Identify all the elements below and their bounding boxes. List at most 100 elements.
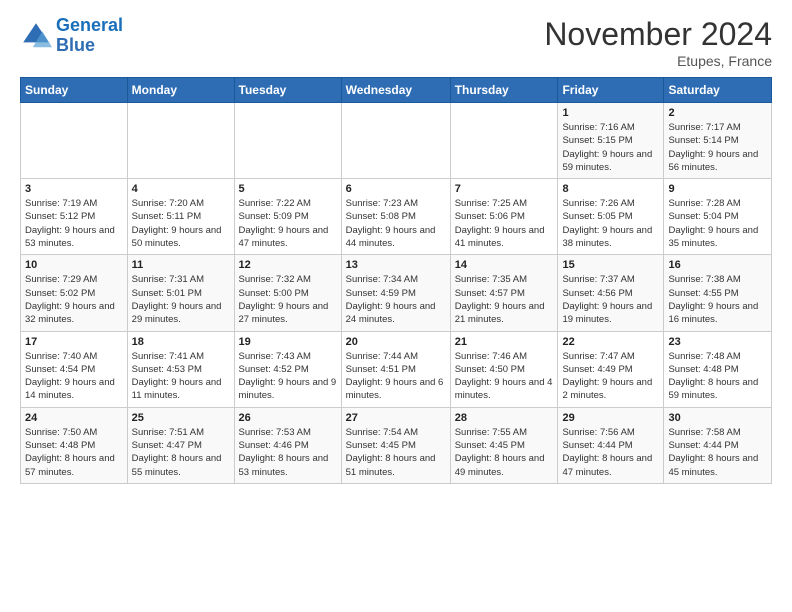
day-info: Sunrise: 7:46 AM Sunset: 4:50 PM Dayligh… [455,350,554,403]
day-number: 18 [132,336,230,348]
day-number: 2 [668,107,767,119]
day-info: Sunrise: 7:50 AM Sunset: 4:48 PM Dayligh… [25,426,123,479]
calendar: Sunday Monday Tuesday Wednesday Thursday… [20,77,772,484]
calendar-cell: 13 Sunrise: 7:34 AM Sunset: 4:59 PM Dayli… [341,255,450,331]
col-wednesday: Wednesday [341,78,450,103]
day-info: Sunrise: 7:40 AM Sunset: 4:54 PM Dayligh… [25,350,123,403]
calendar-cell: 29 Sunrise: 7:56 AM Sunset: 4:44 PM Dayli… [558,407,664,483]
calendar-cell: 19 Sunrise: 7:43 AM Sunset: 4:52 PM Dayli… [234,331,341,407]
day-info: Sunrise: 7:34 AM Sunset: 4:59 PM Dayligh… [346,273,446,326]
calendar-cell: 21Sunrise: 7:46 AM Sunset: 4:50 PM Dayli… [450,331,558,407]
calendar-cell: 30 Sunrise: 7:58 AM Sunset: 4:44 PM Dayli… [664,407,772,483]
day-info: Sunrise: 7:48 AM Sunset: 4:48 PM Dayligh… [668,350,767,403]
subtitle: Etupes, France [544,53,772,69]
col-tuesday: Tuesday [234,78,341,103]
calendar-cell [21,103,128,179]
day-info: Sunrise: 7:26 AM Sunset: 5:05 PM Dayligh… [562,197,659,250]
day-number: 13 [346,259,446,271]
day-info: Sunrise: 7:38 AM Sunset: 4:55 PM Dayligh… [668,273,767,326]
day-number: 14 [455,259,554,271]
calendar-cell: 20 Sunrise: 7:44 AM Sunset: 4:51 PM Dayli… [341,331,450,407]
day-number: 17 [25,336,123,348]
day-info: Sunrise: 7:19 AM Sunset: 5:12 PM Dayligh… [25,197,123,250]
calendar-cell: 6 Sunrise: 7:23 AM Sunset: 5:08 PM Daylig… [341,179,450,255]
calendar-cell: 26 Sunrise: 7:53 AM Sunset: 4:46 PM Dayli… [234,407,341,483]
day-number: 3 [25,183,123,195]
calendar-cell: 8 Sunrise: 7:26 AM Sunset: 5:05 PM Daylig… [558,179,664,255]
calendar-cell: 7 Sunrise: 7:25 AM Sunset: 5:06 PM Daylig… [450,179,558,255]
day-number: 9 [668,183,767,195]
calendar-cell: 10 Sunrise: 7:29 AM Sunset: 5:02 PM Dayli… [21,255,128,331]
day-number: 28 [455,412,554,424]
day-number: 30 [668,412,767,424]
calendar-cell [341,103,450,179]
day-info: Sunrise: 7:35 AM Sunset: 4:57 PM Dayligh… [455,273,554,326]
day-number: 26 [239,412,337,424]
day-number: 23 [668,336,767,348]
day-info: Sunrise: 7:29 AM Sunset: 5:02 PM Dayligh… [25,273,123,326]
calendar-header-row: Sunday Monday Tuesday Wednesday Thursday… [21,78,772,103]
day-number: 1 [562,107,659,119]
page: General Blue November 2024 Etupes, Franc… [0,0,792,494]
day-info: Sunrise: 7:44 AM Sunset: 4:51 PM Dayligh… [346,350,446,403]
day-number: 16 [668,259,767,271]
calendar-cell: 2 Sunrise: 7:17 AM Sunset: 5:14 PM Daylig… [664,103,772,179]
calendar-cell: 27 Sunrise: 7:54 AM Sunset: 4:45 PM Dayli… [341,407,450,483]
calendar-cell: 3 Sunrise: 7:19 AM Sunset: 5:12 PM Daylig… [21,179,128,255]
day-number: 6 [346,183,446,195]
day-info: Sunrise: 7:53 AM Sunset: 4:46 PM Dayligh… [239,426,337,479]
title-block: November 2024 Etupes, France [544,16,772,69]
day-info: Sunrise: 7:22 AM Sunset: 5:09 PM Dayligh… [239,197,337,250]
day-number: 11 [132,259,230,271]
week-row-1: 1 Sunrise: 7:16 AM Sunset: 5:15 PM Daylig… [21,103,772,179]
calendar-cell: 11 Sunrise: 7:31 AM Sunset: 5:01 PM Dayli… [127,255,234,331]
day-number: 24 [25,412,123,424]
col-thursday: Thursday [450,78,558,103]
calendar-cell: 9Sunrise: 7:28 AM Sunset: 5:04 PM Daylig… [664,179,772,255]
day-number: 25 [132,412,230,424]
day-number: 27 [346,412,446,424]
day-number: 10 [25,259,123,271]
day-info: Sunrise: 7:54 AM Sunset: 4:45 PM Dayligh… [346,426,446,479]
logo-icon [20,20,52,52]
day-info: Sunrise: 7:25 AM Sunset: 5:06 PM Dayligh… [455,197,554,250]
day-number: 15 [562,259,659,271]
day-info: Sunrise: 7:31 AM Sunset: 5:01 PM Dayligh… [132,273,230,326]
day-number: 7 [455,183,554,195]
logo-line1: General [56,15,123,35]
day-info: Sunrise: 7:58 AM Sunset: 4:44 PM Dayligh… [668,426,767,479]
col-monday: Monday [127,78,234,103]
calendar-cell: 12 Sunrise: 7:32 AM Sunset: 5:00 PM Dayli… [234,255,341,331]
day-info: Sunrise: 7:17 AM Sunset: 5:14 PM Dayligh… [668,121,767,174]
week-row-2: 3 Sunrise: 7:19 AM Sunset: 5:12 PM Daylig… [21,179,772,255]
day-number: 12 [239,259,337,271]
col-friday: Friday [558,78,664,103]
calendar-cell: 14 Sunrise: 7:35 AM Sunset: 4:57 PM Dayli… [450,255,558,331]
calendar-cell: 17 Sunrise: 7:40 AM Sunset: 4:54 PM Dayli… [21,331,128,407]
calendar-cell: 16 Sunrise: 7:38 AM Sunset: 4:55 PM Dayli… [664,255,772,331]
day-number: 4 [132,183,230,195]
day-number: 22 [562,336,659,348]
col-saturday: Saturday [664,78,772,103]
week-row-5: 24 Sunrise: 7:50 AM Sunset: 4:48 PM Dayli… [21,407,772,483]
calendar-cell: 22Sunrise: 7:47 AM Sunset: 4:49 PM Dayli… [558,331,664,407]
calendar-cell [234,103,341,179]
day-number: 29 [562,412,659,424]
day-info: Sunrise: 7:32 AM Sunset: 5:00 PM Dayligh… [239,273,337,326]
day-info: Sunrise: 7:23 AM Sunset: 5:08 PM Dayligh… [346,197,446,250]
day-info: Sunrise: 7:55 AM Sunset: 4:45 PM Dayligh… [455,426,554,479]
calendar-cell: 23 Sunrise: 7:48 AM Sunset: 4:48 PM Dayli… [664,331,772,407]
day-info: Sunrise: 7:16 AM Sunset: 5:15 PM Dayligh… [562,121,659,174]
day-info: Sunrise: 7:56 AM Sunset: 4:44 PM Dayligh… [562,426,659,479]
day-number: 8 [562,183,659,195]
day-info: Sunrise: 7:43 AM Sunset: 4:52 PM Dayligh… [239,350,337,403]
calendar-cell [450,103,558,179]
day-number: 20 [346,336,446,348]
logo-line2: Blue [56,35,95,55]
day-info: Sunrise: 7:51 AM Sunset: 4:47 PM Dayligh… [132,426,230,479]
day-number: 19 [239,336,337,348]
col-sunday: Sunday [21,78,128,103]
week-row-4: 17 Sunrise: 7:40 AM Sunset: 4:54 PM Dayli… [21,331,772,407]
day-info: Sunrise: 7:37 AM Sunset: 4:56 PM Dayligh… [562,273,659,326]
calendar-cell: 24 Sunrise: 7:50 AM Sunset: 4:48 PM Dayli… [21,407,128,483]
